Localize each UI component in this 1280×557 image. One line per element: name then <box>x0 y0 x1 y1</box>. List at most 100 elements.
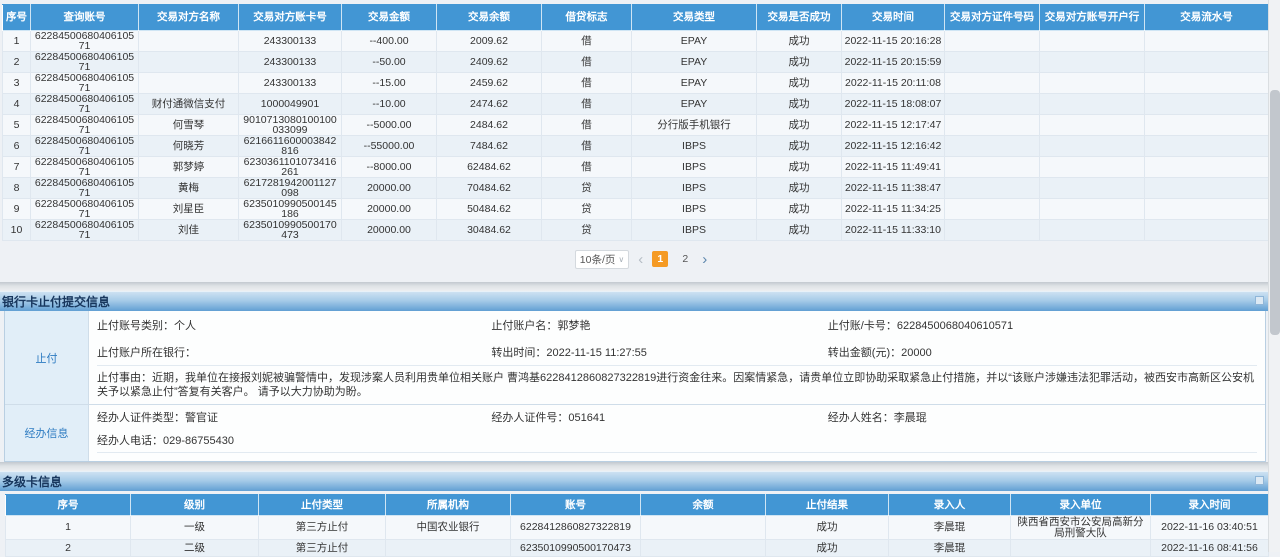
table-row[interactable]: 1一级第三方止付中国农业银行6228412860827322819成功李晨琨陕西… <box>6 516 1269 540</box>
table-cell <box>1040 178 1145 199</box>
table-cell: IBPS <box>632 157 757 178</box>
agent-name-field: 经办人姓名：李晨琨 <box>828 409 1257 425</box>
column-header: 交易余额 <box>437 5 542 31</box>
table-cell <box>1040 199 1145 220</box>
table-row[interactable]: 36228450068040610571243300133--15.002459… <box>3 73 1269 94</box>
column-header: 序号 <box>6 495 131 516</box>
page-2-button[interactable]: 2 <box>677 251 693 267</box>
table-cell: 5 <box>3 115 31 136</box>
table-cell: 2022-11-15 20:11:08 <box>842 73 945 94</box>
stop-payment-group-content: 止付账号类别：个人 止付账户名：郭梦艳 止付账/卡号：6228450068040… <box>89 311 1265 404</box>
table-cell: 2022-11-15 18:08:07 <box>842 94 945 115</box>
field-row: 止付账号类别：个人 止付账户名：郭梦艳 止付账/卡号：6228450068040… <box>97 311 1257 338</box>
table-cell: 4 <box>3 94 31 115</box>
table-cell: --15.00 <box>342 73 437 94</box>
transfer-time-field: 转出时间：2022-11-15 11:27:55 <box>491 344 827 360</box>
page-size-label: 10条/页 <box>580 252 616 267</box>
column-header: 查询账号 <box>31 5 139 31</box>
table-cell: 20000.00 <box>342 178 437 199</box>
table-cell: EPAY <box>632 31 757 52</box>
column-header: 级别 <box>131 495 259 516</box>
agent-phone-field: 经办人电话：029-86755430 <box>97 432 491 448</box>
table-cell: 2022-11-15 12:16:42 <box>842 136 945 157</box>
page-1-button[interactable]: 1 <box>652 251 668 267</box>
stop-card-number-field: 止付账/卡号：6228450068040610571 <box>828 317 1257 333</box>
table-row[interactable]: 16228450068040610571243300133--400.00200… <box>3 31 1269 52</box>
table-cell: 243300133 <box>239 52 342 73</box>
table-cell: EPAY <box>632 52 757 73</box>
table-cell: 6235010990500170473 <box>239 220 342 241</box>
table-cell: 一级 <box>131 516 259 540</box>
table-cell: 6228450068040610571 <box>31 52 139 73</box>
table-cell: 借 <box>542 73 632 94</box>
column-header: 交易时间 <box>842 5 945 31</box>
table-row[interactable]: 86228450068040610571黄梅621728194200112709… <box>3 178 1269 199</box>
multi-card-table: 序号级别止付类型所属机构账号余额止付结果录入人录入单位录入时间 1一级第三方止付… <box>5 494 1269 557</box>
collapse-icon[interactable] <box>1255 476 1264 485</box>
table-cell: 7484.62 <box>437 136 542 157</box>
table-cell: 何晓芳 <box>139 136 239 157</box>
content-divider <box>97 452 1257 461</box>
column-header: 止付结果 <box>766 495 889 516</box>
table-cell: 2 <box>6 540 131 557</box>
table-cell: 第三方止付 <box>259 540 386 557</box>
table-cell: 李晨琨 <box>889 540 1011 557</box>
table-cell: 9 <box>3 199 31 220</box>
table-cell: 6228450068040610571 <box>31 115 139 136</box>
table-cell: 6235010990500170473 <box>511 540 641 557</box>
column-header: 交易流水号 <box>1145 5 1269 31</box>
table-cell: 郭梦婷 <box>139 157 239 178</box>
table-cell: 6228412860827322819 <box>511 516 641 540</box>
table-row[interactable]: 46228450068040610571财付通微信支付1000049901--1… <box>3 94 1269 115</box>
page-size-select[interactable]: 10条/页 ∨ <box>575 250 629 269</box>
table-row[interactable]: 2二级第三方止付6235010990500170473成功李晨琨2022-11-… <box>6 540 1269 557</box>
column-header: 录入人 <box>889 495 1011 516</box>
table-cell: EPAY <box>632 73 757 94</box>
table-cell <box>1040 136 1145 157</box>
column-header: 录入时间 <box>1151 495 1269 516</box>
table-cell: 成功 <box>757 94 842 115</box>
table-cell: --8000.00 <box>342 157 437 178</box>
scrollbar-thumb[interactable] <box>1270 90 1280 335</box>
stop-reason-text: 止付事由：近期，我单位在接报刘妮被骗警情中，发现涉案人员利用贵单位相关账户 曹鸿… <box>97 365 1257 404</box>
collapse-icon[interactable] <box>1255 296 1264 305</box>
table-cell <box>945 73 1040 94</box>
table-cell: 成功 <box>757 73 842 94</box>
table-cell <box>641 516 766 540</box>
table-cell: 2 <box>3 52 31 73</box>
table-cell: 成功 <box>766 540 889 557</box>
table-cell: 8 <box>3 178 31 199</box>
table-cell: EPAY <box>632 94 757 115</box>
table-cell: 成功 <box>766 516 889 540</box>
table-row[interactable]: 66228450068040610571何晓芳62166116000038428… <box>3 136 1269 157</box>
table-cell <box>945 52 1040 73</box>
table-cell: 借 <box>542 94 632 115</box>
table-cell: IBPS <box>632 136 757 157</box>
table-cell: 9010713080100100033099 <box>239 115 342 136</box>
table-row[interactable]: 76228450068040610571郭梦婷62303611010734162… <box>3 157 1269 178</box>
table-cell: 2022-11-16 08:41:56 <box>1151 540 1269 557</box>
agent-group-content: 经办人证件类型：警官证 经办人证件号：051641 经办人姓名：李晨琨 经办人电… <box>89 405 1265 461</box>
table-cell: 6235010990500145186 <box>239 199 342 220</box>
table-cell: 成功 <box>757 157 842 178</box>
table-cell: 成功 <box>757 52 842 73</box>
table-row[interactable]: 106228450068040610571刘佳62350109905001704… <box>3 220 1269 241</box>
table-row[interactable]: 56228450068040610571何雪琴90107130801001000… <box>3 115 1269 136</box>
table-cell: 10 <box>3 220 31 241</box>
table-cell <box>1145 220 1269 241</box>
table-cell <box>641 540 766 557</box>
pagination: 10条/页 ∨ ‹ 1 2 › <box>2 250 1280 268</box>
stop-account-name-field: 止付账户名：郭梦艳 <box>491 317 827 333</box>
column-header: 交易对方证件号码 <box>945 5 1040 31</box>
table-cell: 2022-11-15 20:16:28 <box>842 31 945 52</box>
table-cell <box>1145 115 1269 136</box>
section-divider <box>0 462 1280 471</box>
table-cell: 借 <box>542 157 632 178</box>
table-cell: 6228450068040610571 <box>31 157 139 178</box>
table-cell: 成功 <box>757 199 842 220</box>
table-row[interactable]: 96228450068040610571刘星臣62350109905001451… <box>3 199 1269 220</box>
prev-page-button[interactable]: ‹ <box>638 252 643 267</box>
vertical-scrollbar[interactable] <box>1268 0 1280 552</box>
next-page-button[interactable]: › <box>702 252 707 267</box>
table-row[interactable]: 26228450068040610571243300133--50.002409… <box>3 52 1269 73</box>
